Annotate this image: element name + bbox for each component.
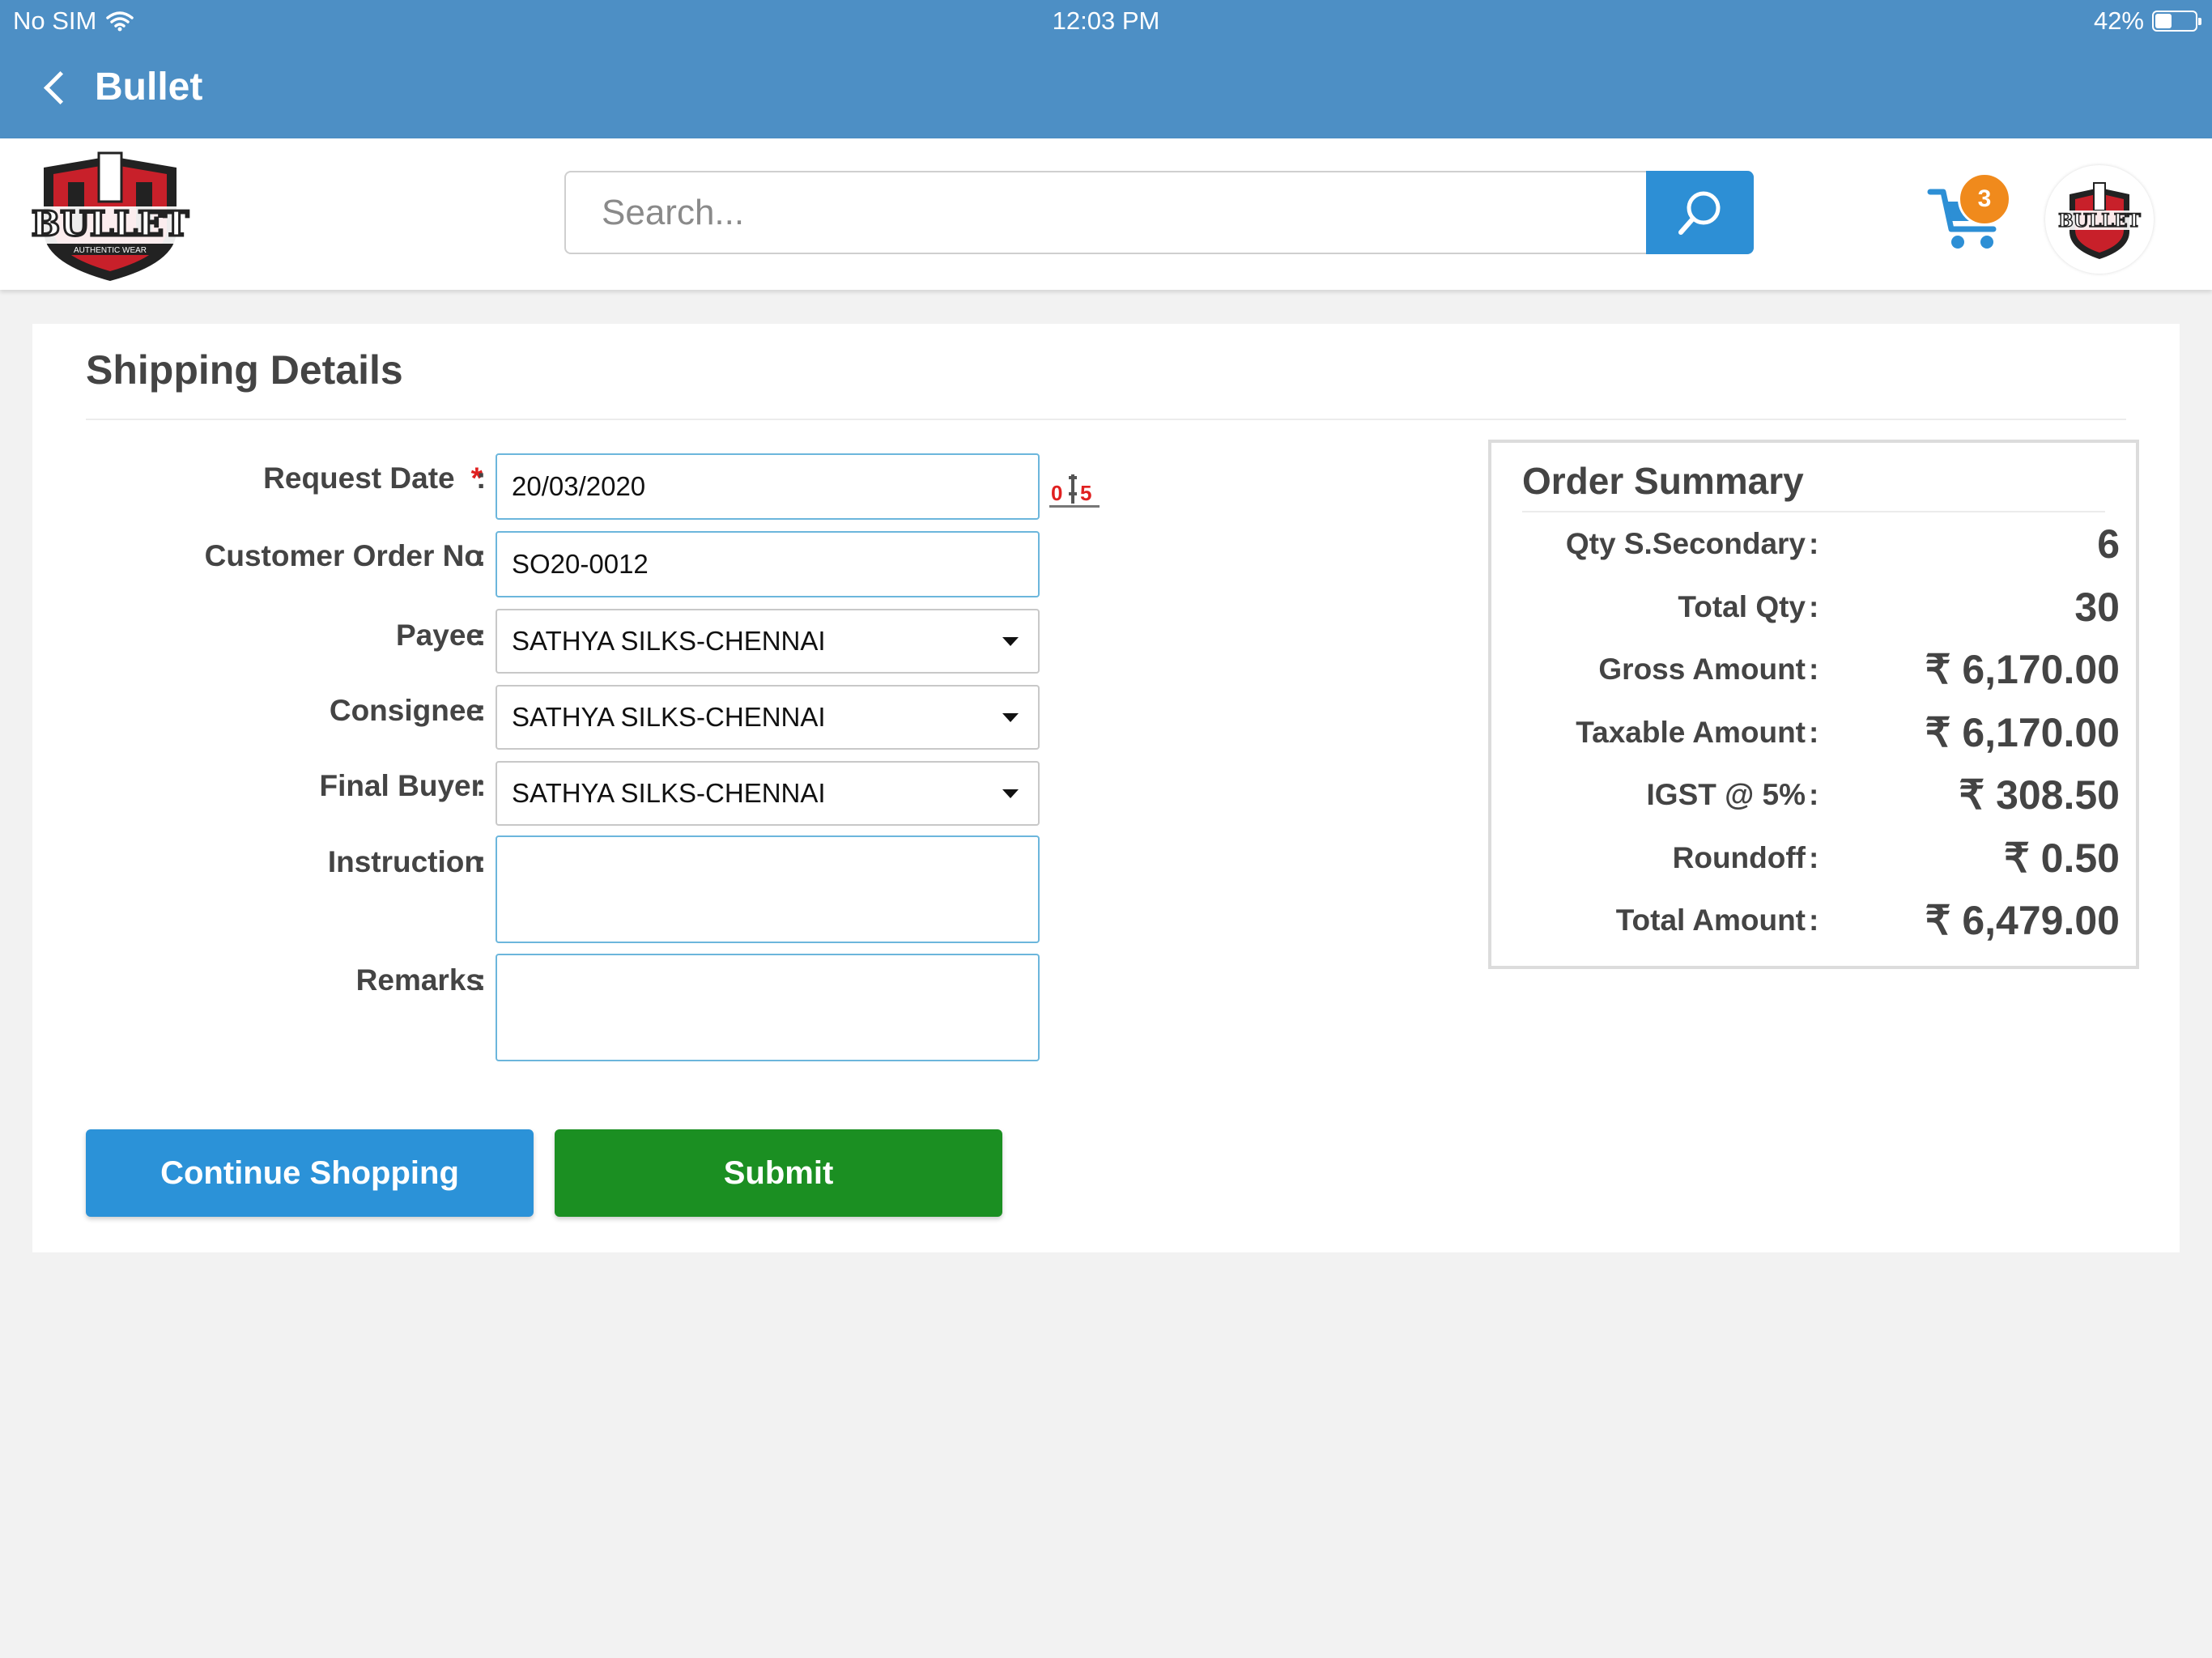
- svg-text:5: 5: [1080, 481, 1091, 505]
- calendar-icon[interactable]: 0 5: [1049, 470, 1100, 510]
- summary-label: Qty S.Secondary: [1565, 527, 1806, 560]
- summary-value: ₹ 0.50: [2003, 835, 2120, 881]
- final-buyer-value: SATHYA SILKS-CHENNAI: [512, 778, 826, 808]
- shipping-card: Shipping Details Request Date * : 20/03/2…: [32, 324, 2180, 1252]
- consignee-colon: :: [476, 694, 487, 727]
- consignee-select[interactable]: SATHYA SILKS-CHENNAI: [496, 685, 1040, 750]
- remarks-textarea[interactable]: [496, 954, 1040, 1061]
- instruction-colon: :: [476, 845, 487, 878]
- summary-label: Taxable Amount: [1576, 716, 1806, 749]
- remarks-colon: :: [476, 963, 487, 997]
- summary-row: Total Qty : 30: [1491, 584, 2136, 632]
- summary-row: Total Amount : ₹ 6,479.00: [1491, 897, 2136, 946]
- order-summary-title: Order Summary: [1522, 460, 1804, 502]
- app-header: BULLET AUTHENTIC WEAR 3 BULLET: [0, 138, 2212, 290]
- consignee-value: SATHYA SILKS-CHENNAI: [512, 702, 826, 732]
- avatar-logo-icon: BULLET: [2053, 182, 2146, 259]
- summary-row: Taxable Amount : ₹ 6,170.00: [1491, 709, 2136, 758]
- bullet-logo[interactable]: BULLET AUTHENTIC WEAR: [19, 150, 201, 284]
- svg-text:BULLET: BULLET: [32, 204, 189, 244]
- page-title: Shipping Details: [86, 347, 403, 393]
- summary-colon: :: [1809, 590, 1819, 623]
- customer-order-no-value: SO20-0012: [512, 549, 649, 579]
- search-input[interactable]: [566, 172, 1674, 253]
- battery-percent: 42%: [2093, 6, 2144, 35]
- summary-value: 6: [2097, 521, 2120, 567]
- summary-value: ₹ 6,170.00: [1925, 710, 2120, 755]
- instruction-textarea[interactable]: [496, 835, 1040, 943]
- back-chevron-icon[interactable]: [43, 70, 78, 105]
- summary-row: Gross Amount : ₹ 6,170.00: [1491, 646, 2136, 695]
- status-time: 12:03 PM: [1052, 6, 1160, 35]
- dropdown-caret-icon: [1002, 713, 1019, 722]
- payee-label: Payee: [396, 619, 483, 652]
- summary-colon: :: [1809, 653, 1819, 686]
- customer-order-no-colon: :: [476, 539, 487, 572]
- summary-colon: :: [1809, 527, 1819, 560]
- summary-label: Roundoff: [1672, 841, 1806, 874]
- nav-title: Bullet: [95, 66, 203, 108]
- svg-text:0: 0: [1051, 481, 1062, 505]
- order-summary-panel: Order Summary Qty S.Secondary : 6 Total …: [1488, 440, 2139, 969]
- request-date-field[interactable]: 20/03/2020: [496, 453, 1040, 520]
- final-buyer-label: Final Buyer: [319, 769, 483, 802]
- final-buyer-select[interactable]: SATHYA SILKS-CHENNAI: [496, 761, 1040, 826]
- summary-value: 30: [2074, 585, 2120, 630]
- instruction-label: Instruction: [327, 845, 483, 878]
- summary-row: IGST @ 5% : ₹ 308.50: [1491, 772, 2136, 820]
- cart-count-badge: 3: [1958, 172, 2011, 226]
- summary-divider: [1522, 511, 2105, 512]
- summary-colon: :: [1809, 841, 1819, 874]
- avatar[interactable]: BULLET: [2045, 165, 2154, 274]
- summary-label: Total Amount: [1615, 903, 1806, 937]
- customer-order-no-label: Customer Order No: [204, 539, 483, 572]
- request-date-label: Request Date *: [263, 461, 483, 495]
- final-buyer-colon: :: [476, 769, 487, 802]
- dropdown-caret-icon: [1002, 637, 1019, 646]
- payee-select[interactable]: SATHYA SILKS-CHENNAI: [496, 609, 1040, 674]
- submit-button[interactable]: Submit: [555, 1129, 1002, 1217]
- summary-label: Total Qty: [1678, 590, 1806, 623]
- summary-value: ₹ 308.50: [1959, 772, 2120, 818]
- summary-colon: :: [1809, 903, 1819, 937]
- search-icon: [1678, 191, 1720, 235]
- consignee-label: Consignee: [329, 694, 483, 727]
- title-divider: [86, 419, 2126, 420]
- summary-label: IGST @ 5%: [1646, 778, 1806, 811]
- battery-icon: [2152, 11, 2201, 32]
- nav-bar: Bullet: [43, 65, 203, 109]
- svg-text:BULLET: BULLET: [2058, 210, 2141, 232]
- summary-value: ₹ 6,479.00: [1925, 898, 2120, 943]
- summary-label: Gross Amount: [1598, 653, 1806, 686]
- summary-colon: :: [1809, 778, 1819, 811]
- svg-text:AUTHENTIC WEAR: AUTHENTIC WEAR: [74, 246, 147, 255]
- payee-value: SATHYA SILKS-CHENNAI: [512, 626, 826, 656]
- top-bar: No SIM 12:03 PM 42% Bullet: [0, 0, 2212, 138]
- dropdown-caret-icon: [1002, 789, 1019, 798]
- summary-row: Roundoff : ₹ 0.50: [1491, 835, 2136, 883]
- summary-row: Qty S.Secondary : 6: [1491, 521, 2136, 569]
- request-date-colon: :: [476, 461, 487, 495]
- remarks-label: Remarks: [355, 963, 483, 997]
- request-date-value: 20/03/2020: [512, 471, 646, 501]
- search-bar: [564, 171, 1754, 254]
- summary-colon: :: [1809, 716, 1819, 749]
- payee-colon: :: [476, 619, 487, 652]
- search-button[interactable]: [1646, 171, 1754, 254]
- summary-value: ₹ 6,170.00: [1925, 647, 2120, 692]
- status-right: 42%: [2093, 6, 2201, 36]
- customer-order-no-field[interactable]: SO20-0012: [496, 531, 1040, 597]
- continue-shopping-button[interactable]: Continue Shopping: [86, 1129, 534, 1217]
